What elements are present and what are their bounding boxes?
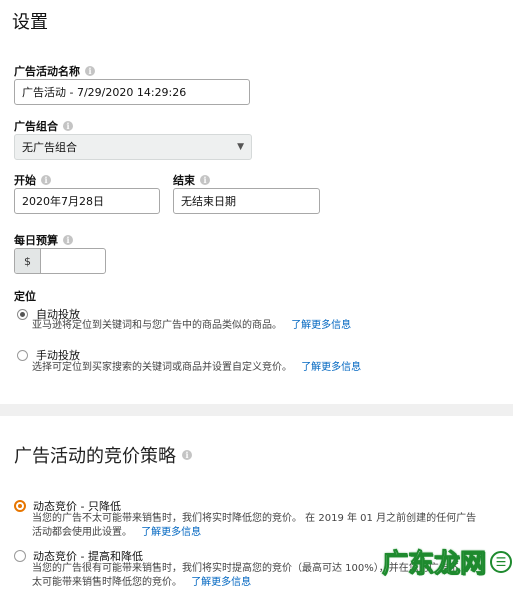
radio-manual-targeting[interactable] <box>17 349 28 361</box>
up-down-desc-line2: 太可能带来销售时降低您的竞价。 <box>32 577 182 588</box>
info-icon[interactable]: i <box>200 175 210 185</box>
info-icon[interactable]: i <box>41 175 51 185</box>
campaign-name-label: 广告活动名称 i <box>14 63 95 79</box>
end-label: 结束 i <box>173 172 210 188</box>
watermark: 广东龙网 ☰ <box>381 543 513 580</box>
campaign-name-value: 广告活动 - 7/29/2020 14:29:26 <box>22 86 187 99</box>
currency-prefix: $ <box>15 249 41 273</box>
learn-more-link[interactable]: 了解更多信息 <box>141 527 201 538</box>
down-only-desc-line2: 活动都会使用此设置。 <box>32 527 132 538</box>
start-label-text: 开始 <box>14 174 36 187</box>
budget-label-text: 每日预算 <box>14 234 58 247</box>
bidding-strategy-title: 广告活动的竞价策略 i <box>14 442 192 468</box>
portfolio-label: 广告组合 i <box>14 118 73 134</box>
dragon-logo-icon: ☰ <box>490 550 513 573</box>
portfolio-label-text: 广告组合 <box>14 120 58 133</box>
campaign-name-label-text: 广告活动名称 <box>14 65 80 78</box>
end-label-text: 结束 <box>173 174 195 187</box>
budget-label: 每日预算 i <box>14 232 73 248</box>
end-date-value: 无结束日期 <box>181 195 236 208</box>
info-icon[interactable]: i <box>63 121 73 131</box>
page-title: 设置 <box>12 12 48 33</box>
campaign-name-input[interactable]: 广告活动 - 7/29/2020 14:29:26 <box>14 79 250 105</box>
settings-card: 设置 广告活动名称 i 广告活动 - 7/29/2020 14:29:26 广告… <box>0 0 513 404</box>
targeting-label: 定位 <box>14 288 36 304</box>
manual-targeting-desc-text: 选择可定位到买家搜索的关键词或商品并设置自定义竞价。 <box>32 362 292 373</box>
manual-targeting-desc: 选择可定位到买家搜索的关键词或商品并设置自定义竞价。 了解更多信息 <box>32 361 361 375</box>
learn-more-link[interactable]: 了解更多信息 <box>191 577 251 588</box>
info-icon[interactable]: i <box>63 235 73 245</box>
watermark-text: 广东龙网 <box>381 549 487 580</box>
down-only-desc: 当您的广告不太可能带来销售时，我们将实时降低您的竞价。 在 2019 年 01 … <box>32 512 508 540</box>
chevron-down-icon: ▼ <box>237 142 244 152</box>
bidding-strategy-title-text: 广告活动的竞价策略 <box>14 446 176 467</box>
auto-targeting-desc-text: 亚马逊将定位到关键词和与您广告中的商品类似的商品。 <box>32 320 282 331</box>
info-icon[interactable]: i <box>182 450 192 460</box>
start-date-input[interactable]: 2020年7月28日 <box>14 188 160 214</box>
end-date-input[interactable]: 无结束日期 <box>173 188 320 214</box>
start-label: 开始 i <box>14 172 51 188</box>
radio-down-only[interactable] <box>14 500 26 512</box>
learn-more-link[interactable]: 了解更多信息 <box>301 362 361 373</box>
radio-auto-targeting[interactable] <box>17 308 28 320</box>
auto-targeting-desc: 亚马逊将定位到关键词和与您广告中的商品类似的商品。 了解更多信息 <box>32 319 351 333</box>
learn-more-link[interactable]: 了解更多信息 <box>291 320 351 331</box>
budget-value <box>41 249 105 273</box>
info-icon[interactable]: i <box>85 66 95 76</box>
budget-input[interactable]: $ <box>14 248 106 274</box>
targeting-label-text: 定位 <box>14 290 36 303</box>
down-only-desc-line1: 当您的广告不太可能带来销售时，我们将实时降低您的竞价。 在 2019 年 01 … <box>32 513 477 524</box>
section-divider <box>0 404 513 416</box>
radio-up-down[interactable] <box>14 550 26 562</box>
portfolio-select[interactable]: 无广告组合 ▼ <box>14 134 252 160</box>
start-date-value: 2020年7月28日 <box>22 195 104 208</box>
portfolio-value: 无广告组合 <box>22 141 77 154</box>
